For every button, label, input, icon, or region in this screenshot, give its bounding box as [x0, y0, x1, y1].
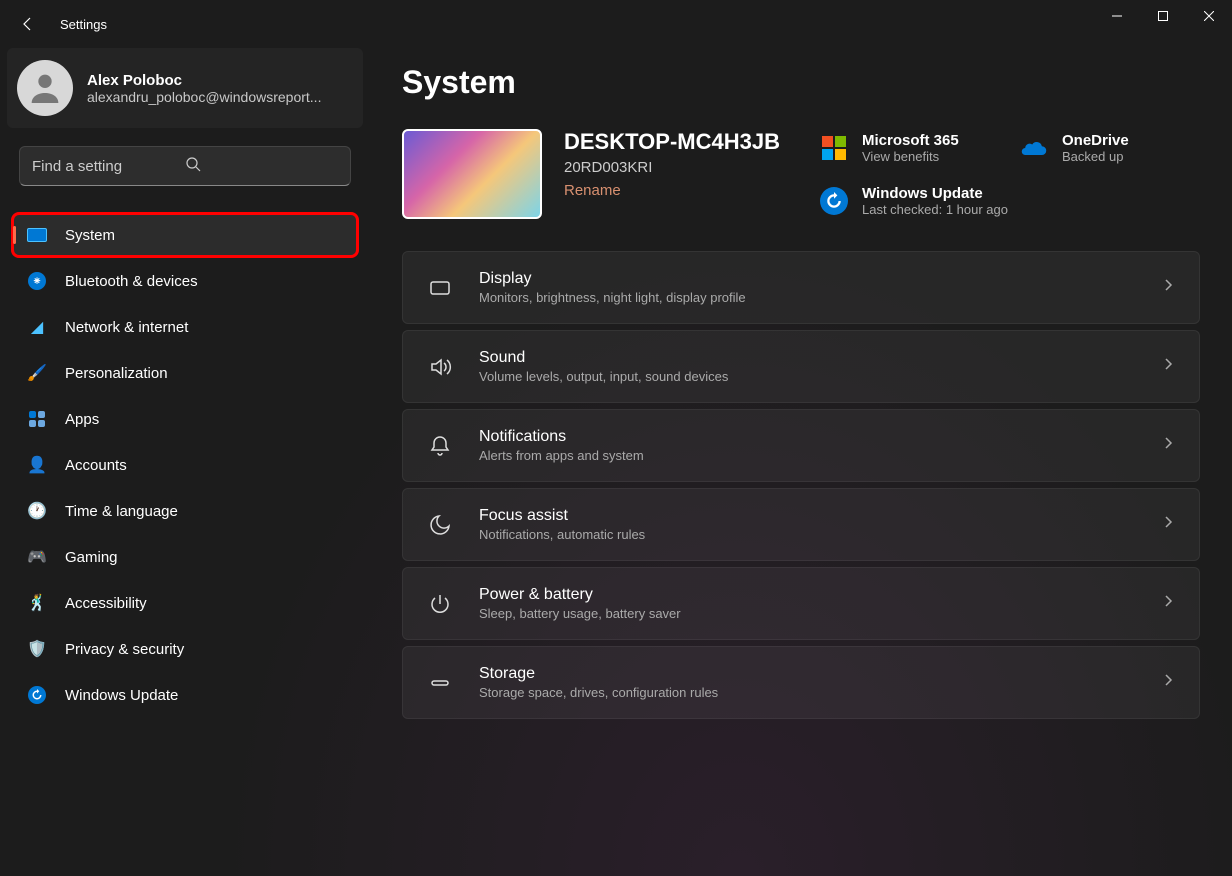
setting-focus[interactable]: Focus assist Notifications, automatic ru… [402, 488, 1200, 561]
sidebar-item-bluetooth[interactable]: ⁕ Bluetooth & devices [13, 260, 357, 302]
quick-onedrive-sub: Backed up [1062, 149, 1129, 164]
privacy-icon: 🛡️ [27, 639, 47, 659]
nav-label: Privacy & security [65, 641, 184, 658]
setting-title: Sound [479, 349, 1135, 367]
titlebar: Settings [0, 0, 1232, 48]
device-model: 20RD003KRI [564, 159, 780, 176]
sidebar-item-time[interactable]: 🕐 Time & language [13, 490, 357, 532]
quick-winupdate[interactable]: Windows Update Last checked: 1 hour ago [820, 182, 1200, 219]
sidebar-item-windowsupdate[interactable]: Windows Update [13, 674, 357, 716]
accessibility-icon: 🕺 [27, 593, 47, 613]
setting-storage[interactable]: Storage Storage space, drives, configura… [402, 646, 1200, 719]
user-email: alexandru_poloboc@windowsreport... [87, 89, 321, 105]
nav-list: System ⁕ Bluetooth & devices ◢ Network & int… [7, 214, 363, 716]
main-content: System DESKTOP-MC4H3JB 20RD003KRI Rename… [370, 48, 1232, 876]
search-icon [185, 156, 338, 176]
quick-ms365-title: Microsoft 365 [862, 132, 959, 149]
quick-ms365-sub: View benefits [862, 149, 959, 164]
avatar [17, 60, 73, 116]
page-title: System [402, 64, 1200, 101]
setting-title: Focus assist [479, 507, 1135, 525]
setting-title: Notifications [479, 428, 1135, 446]
device-name: DESKTOP-MC4H3JB [564, 129, 780, 155]
setting-power[interactable]: Power & battery Sleep, battery usage, ba… [402, 567, 1200, 640]
minimize-button[interactable] [1094, 0, 1140, 32]
chevron-right-icon [1161, 357, 1175, 376]
setting-display[interactable]: Display Monitors, brightness, night ligh… [402, 251, 1200, 324]
windows-update-icon [820, 187, 848, 215]
sidebar-item-network[interactable]: ◢ Network & internet [13, 306, 357, 348]
nav-label: Time & language [65, 503, 178, 520]
nav-label: Personalization [65, 365, 168, 382]
sidebar-item-accounts[interactable]: 👤 Accounts [13, 444, 357, 486]
ms365-icon [820, 134, 848, 162]
setting-title: Power & battery [479, 586, 1135, 604]
nav-label: System [65, 227, 115, 244]
quick-onedrive[interactable]: OneDrive Backed up [1020, 129, 1200, 166]
setting-sound[interactable]: Sound Volume levels, output, input, soun… [402, 330, 1200, 403]
quick-links: Microsoft 365 View benefits OneDrive Bac… [820, 129, 1200, 219]
nav-label: Gaming [65, 549, 118, 566]
setting-notifications[interactable]: Notifications Alerts from apps and syste… [402, 409, 1200, 482]
gaming-icon: 🎮 [27, 547, 47, 567]
display-icon [427, 275, 453, 301]
quick-onedrive-title: OneDrive [1062, 132, 1129, 149]
search-placeholder: Find a setting [32, 158, 185, 175]
apps-icon [27, 409, 47, 429]
setting-title: Display [479, 270, 1135, 288]
chevron-right-icon [1161, 436, 1175, 455]
chevron-right-icon [1161, 278, 1175, 297]
chevron-right-icon [1161, 594, 1175, 613]
onedrive-icon [1020, 134, 1048, 162]
setting-sub: Storage space, drives, configuration rul… [479, 685, 1135, 700]
sidebar-item-gaming[interactable]: 🎮 Gaming [13, 536, 357, 578]
power-icon [427, 591, 453, 617]
nav-label: Accounts [65, 457, 127, 474]
user-card[interactable]: Alex Poloboc alexandru_poloboc@windowsre… [7, 48, 363, 128]
setting-sub: Volume levels, output, input, sound devi… [479, 369, 1135, 384]
time-icon: 🕐 [27, 501, 47, 521]
window-title: Settings [60, 17, 107, 32]
user-name: Alex Poloboc [87, 72, 321, 89]
device-thumbnail[interactable] [402, 129, 542, 219]
setting-sub: Alerts from apps and system [479, 448, 1135, 463]
sound-icon [427, 354, 453, 380]
setting-sub: Sleep, battery usage, battery saver [479, 606, 1135, 621]
system-icon [27, 225, 47, 245]
quick-ms365[interactable]: Microsoft 365 View benefits [820, 129, 1000, 166]
maximize-button[interactable] [1140, 0, 1186, 32]
sidebar-item-apps[interactable]: Apps [13, 398, 357, 440]
setting-list: Display Monitors, brightness, night ligh… [402, 251, 1200, 719]
accounts-icon: 👤 [27, 455, 47, 475]
chevron-right-icon [1161, 515, 1175, 534]
personalization-icon: 🖌️ [27, 363, 47, 383]
nav-label: Network & internet [65, 319, 188, 336]
sidebar-item-personalization[interactable]: 🖌️ Personalization [13, 352, 357, 394]
close-button[interactable] [1186, 0, 1232, 32]
nav-label: Accessibility [65, 595, 147, 612]
setting-title: Storage [479, 665, 1135, 683]
bluetooth-icon: ⁕ [27, 271, 47, 291]
quick-winupdate-sub: Last checked: 1 hour ago [862, 202, 1008, 217]
windowsupdate-icon [27, 685, 47, 705]
rename-link[interactable]: Rename [564, 182, 621, 199]
notifications-icon [427, 433, 453, 459]
sidebar: Alex Poloboc alexandru_poloboc@windowsre… [0, 48, 370, 876]
setting-sub: Notifications, automatic rules [479, 527, 1135, 542]
back-button[interactable] [8, 4, 48, 44]
search-input[interactable]: Find a setting [19, 146, 351, 186]
quick-winupdate-title: Windows Update [862, 185, 1008, 202]
setting-sub: Monitors, brightness, night light, displ… [479, 290, 1135, 305]
chevron-right-icon [1161, 673, 1175, 692]
sidebar-item-system[interactable]: System [13, 214, 357, 256]
sidebar-item-accessibility[interactable]: 🕺 Accessibility [13, 582, 357, 624]
storage-icon [427, 670, 453, 696]
sidebar-item-privacy[interactable]: 🛡️ Privacy & security [13, 628, 357, 670]
nav-label: Bluetooth & devices [65, 273, 198, 290]
nav-label: Windows Update [65, 687, 178, 704]
network-icon: ◢ [27, 317, 47, 337]
focus-icon [427, 512, 453, 538]
nav-label: Apps [65, 411, 99, 428]
device-block: DESKTOP-MC4H3JB 20RD003KRI Rename [402, 129, 790, 219]
